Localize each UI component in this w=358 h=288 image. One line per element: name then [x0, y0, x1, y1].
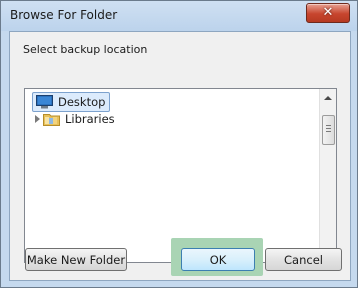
tree-item-label: Desktop	[58, 95, 106, 109]
instruction-text: Select backup location	[23, 43, 148, 56]
desktop-icon	[36, 95, 53, 109]
dialog-body: Select backup location Desktop Libraries…	[9, 31, 351, 281]
folder-tree[interactable]: Desktop Libraries	[24, 88, 337, 263]
scroll-up-icon[interactable]	[324, 96, 332, 100]
close-button[interactable]: ✕	[306, 3, 350, 23]
grip-line	[326, 125, 331, 126]
make-new-folder-button[interactable]: Make New Folder	[25, 248, 127, 271]
window-title: Browse For Folder	[10, 8, 118, 22]
title-bar[interactable]: Browse For Folder ✕	[1, 1, 357, 31]
grip-line	[326, 131, 331, 132]
scrollbar-thumb[interactable]	[322, 115, 335, 145]
ok-button[interactable]: OK	[181, 248, 255, 271]
libraries-folder-icon	[43, 114, 60, 126]
expand-arrow-icon[interactable]	[35, 115, 40, 123]
close-icon: ✕	[322, 5, 334, 20]
tree-item-label: Libraries	[65, 112, 115, 126]
vertical-scrollbar[interactable]	[319, 89, 336, 262]
grip-line	[326, 128, 331, 129]
cancel-button[interactable]: Cancel	[265, 248, 342, 271]
tree-item-libraries[interactable]: Libraries	[43, 110, 119, 128]
browse-for-folder-dialog: Browse For Folder ✕ Select backup locati…	[0, 0, 358, 288]
tree-item-desktop[interactable]: Desktop	[32, 92, 111, 112]
